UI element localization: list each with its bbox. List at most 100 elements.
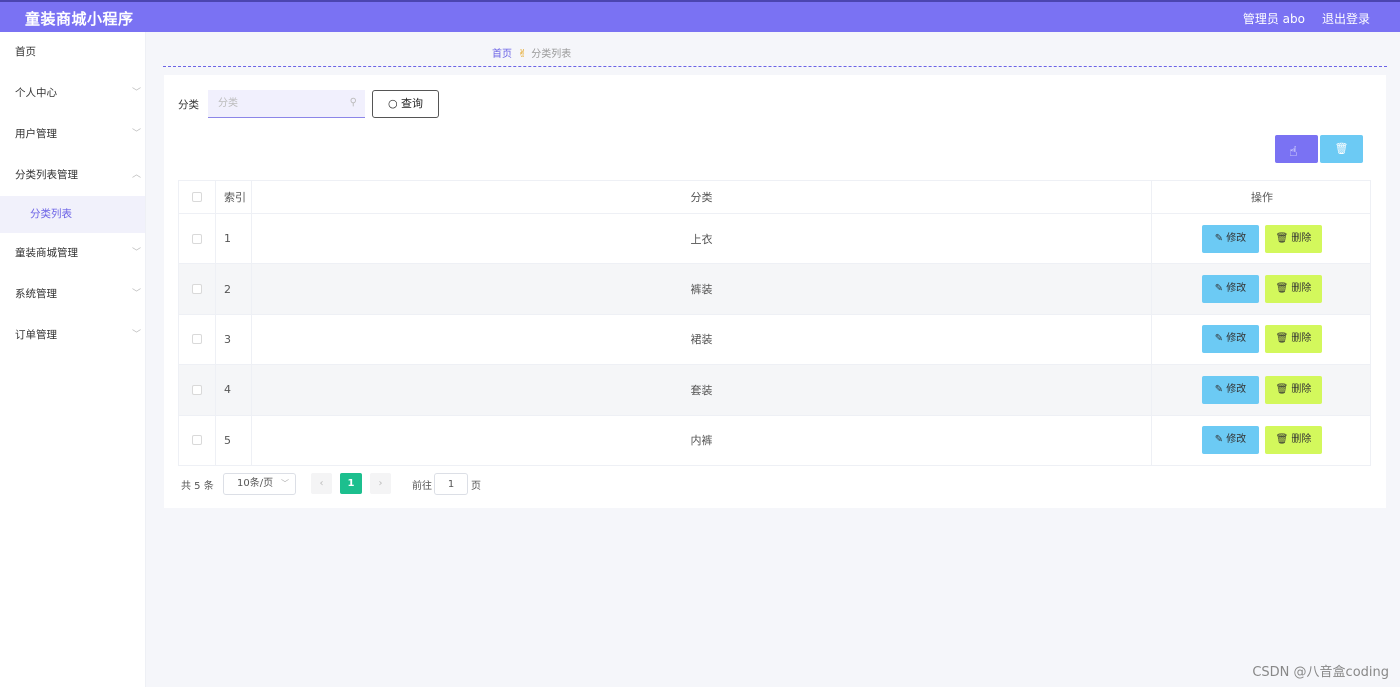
page-number[interactable]: 1 (340, 473, 362, 494)
chevron-down-icon: ﹀ (281, 479, 289, 488)
row-index: 4 (216, 365, 252, 415)
search-input[interactable] (208, 90, 338, 116)
search-icon: ○ (387, 97, 398, 110)
select-all-checkbox[interactable] (192, 192, 202, 202)
query-button-label: 查询 (401, 97, 424, 110)
sidebar: 首页 个人中心 ﹀ 用户管理 ﹀ 分类列表管理 ︿ 分类列表 童装商城管理 ﹀ 系统管理… (0, 32, 146, 687)
category-table: 索引 分类 操作 1 上衣 ✎修改 🗑删除 2 裤装 ✎修改 🗑删除 3 (178, 180, 1371, 466)
table-row: 5 内裤 ✎ 修改 🗑 删除 (179, 414, 1370, 465)
delete-button[interactable]: 🗑 删除 (1265, 426, 1322, 455)
row-checkbox[interactable] (192, 384, 202, 395)
row-index: 3 (216, 314, 252, 365)
sidebar-item-label: 分类列表管理 (15, 169, 78, 181)
row-index: 5 (216, 415, 252, 465)
row-index: 1 (216, 214, 252, 264)
search-field: ⚲ (208, 90, 365, 118)
sidebar-item-label: 首页 (15, 46, 36, 58)
trash-icon: 🗑 (1275, 232, 1289, 244)
sidebar-subitem-category-list[interactable]: 分类列表 (0, 196, 145, 233)
search-label: 分类 (178, 99, 199, 111)
trash-icon: 🗑 (1334, 142, 1349, 155)
table-row: 4 套装 ✎ 修改 🗑 删除 (179, 364, 1370, 415)
edit-button[interactable]: ✎ 修改 (1202, 275, 1259, 304)
edit-button[interactable]: ✎ 修改 (1202, 224, 1259, 253)
row-category: 套装 (252, 365, 1152, 415)
table-row: 1 上衣 ✎ 修改 🗑 删除 (179, 213, 1370, 264)
trash-icon: 🗑 (1275, 333, 1289, 345)
chevron-right-icon: › (378, 478, 383, 489)
logout-link[interactable]: 退出登录 (1322, 10, 1370, 27)
row-checkbox[interactable] (192, 233, 202, 244)
table-row: 3 裙装 ✎ 修改 🗑 删除 (179, 313, 1370, 365)
total-count: 共 5 条 (181, 481, 214, 492)
pencil-icon: ✎ (1214, 232, 1224, 244)
pencil-icon: ✎ (1214, 283, 1224, 295)
app-title: 童装商城小程序 (25, 10, 134, 28)
pagination: 共 5 条 10条/页 ﹀ ‹ 1 › 前往 页 (181, 473, 501, 495)
chevron-down-icon: ﹀ (131, 88, 141, 98)
row-category: 内裤 (252, 415, 1152, 465)
delete-button[interactable]: 🗑 删除 (1265, 275, 1322, 304)
sidebar-item-store-management[interactable]: 童装商城管理 ﹀ (0, 233, 145, 274)
goto-label: 前往 (412, 481, 432, 492)
sidebar-item-order-management[interactable]: 订单管理 ﹀ (0, 315, 145, 356)
sidebar-item-home[interactable]: 首页 (0, 32, 145, 73)
trash-icon: 🗑 (1275, 383, 1289, 395)
edit-button[interactable]: ✎ 修改 (1202, 426, 1259, 455)
table-row: 2 裤装 ✎ 修改 🗑 删除 (179, 263, 1370, 314)
chevron-up-icon: ︿ (131, 170, 141, 180)
chevron-down-icon: ﹀ (131, 129, 141, 139)
trash-icon: 🗑 (1275, 283, 1289, 295)
breadcrumb-home[interactable]: 首页 (492, 49, 512, 60)
row-index: 2 (216, 264, 252, 314)
chevron-down-icon: ﹀ (131, 248, 141, 258)
pencil-icon: ✎ (1214, 383, 1224, 395)
edit-button[interactable]: ✎ 修改 (1202, 375, 1259, 404)
chevron-left-icon: ‹ (319, 478, 324, 489)
chevron-down-icon: ﹀ (131, 289, 141, 299)
header-index: 索引 (216, 181, 252, 213)
edit-button[interactable]: ✎ 修改 (1202, 325, 1259, 354)
row-category: 裙装 (252, 314, 1152, 365)
sidebar-item-category-management[interactable]: 分类列表管理 ︿ (0, 155, 145, 196)
prev-page-button[interactable]: ‹ (311, 473, 332, 494)
search-icon: ⚲ (349, 97, 357, 108)
goto-page-input[interactable] (434, 473, 468, 495)
next-page-button[interactable]: › (370, 473, 391, 494)
breadcrumb-current: 分类列表 (531, 49, 572, 60)
trash-icon: 🗑 (1275, 434, 1289, 446)
sidebar-item-system-management[interactable]: 系统管理 ﹀ (0, 274, 145, 315)
row-checkbox[interactable] (192, 284, 202, 295)
header-operation: 操作 (1251, 191, 1273, 204)
page-size-select[interactable]: 10条/页 ﹀ (223, 473, 296, 495)
sidebar-item-label: 系统管理 (15, 288, 57, 300)
query-button[interactable]: ○ 查询 (372, 90, 439, 118)
sidebar-item-label: 个人中心 (15, 87, 57, 99)
sidebar-item-label: 用户管理 (15, 128, 57, 140)
row-checkbox[interactable] (192, 435, 202, 446)
delete-button[interactable]: 🗑 删除 (1265, 224, 1322, 253)
divider (163, 66, 1387, 67)
top-bar: 童装商城小程序 管理员 abo 退出登录 (0, 0, 1400, 32)
pointer-hand-icon: ☝ (1289, 144, 1298, 160)
sidebar-item-user-management[interactable]: 用户管理 ﹀ (0, 114, 145, 155)
goto-suffix: 页 (471, 481, 481, 492)
row-category: 上衣 (252, 214, 1152, 264)
row-category: 裤装 (252, 264, 1152, 314)
header-category: 分类 (252, 181, 1152, 213)
delete-button[interactable]: 🗑 删除 (1265, 325, 1322, 354)
pencil-icon: ✎ (1214, 434, 1224, 446)
batch-delete-button[interactable]: 🗑 (1320, 135, 1363, 163)
sidebar-item-label: 订单管理 (15, 329, 57, 341)
sidebar-item-label: 童装商城管理 (15, 247, 78, 259)
pencil-icon: ✎ (1214, 333, 1224, 345)
sidebar-item-personal-center[interactable]: 个人中心 ﹀ (0, 73, 145, 114)
admin-user-label: 管理员 abo (1242, 12, 1305, 26)
chevron-down-icon: ﹀ (131, 330, 141, 340)
delete-button[interactable]: 🗑 删除 (1265, 375, 1322, 404)
row-checkbox[interactable] (192, 334, 202, 345)
add-button[interactable]: ☝ (1275, 135, 1318, 163)
breadcrumb: 首页 ✌ 分类列表 (492, 45, 571, 60)
table-header-row: 索引 分类 操作 (179, 181, 1370, 213)
hand-icon: ✌ (518, 47, 528, 60)
